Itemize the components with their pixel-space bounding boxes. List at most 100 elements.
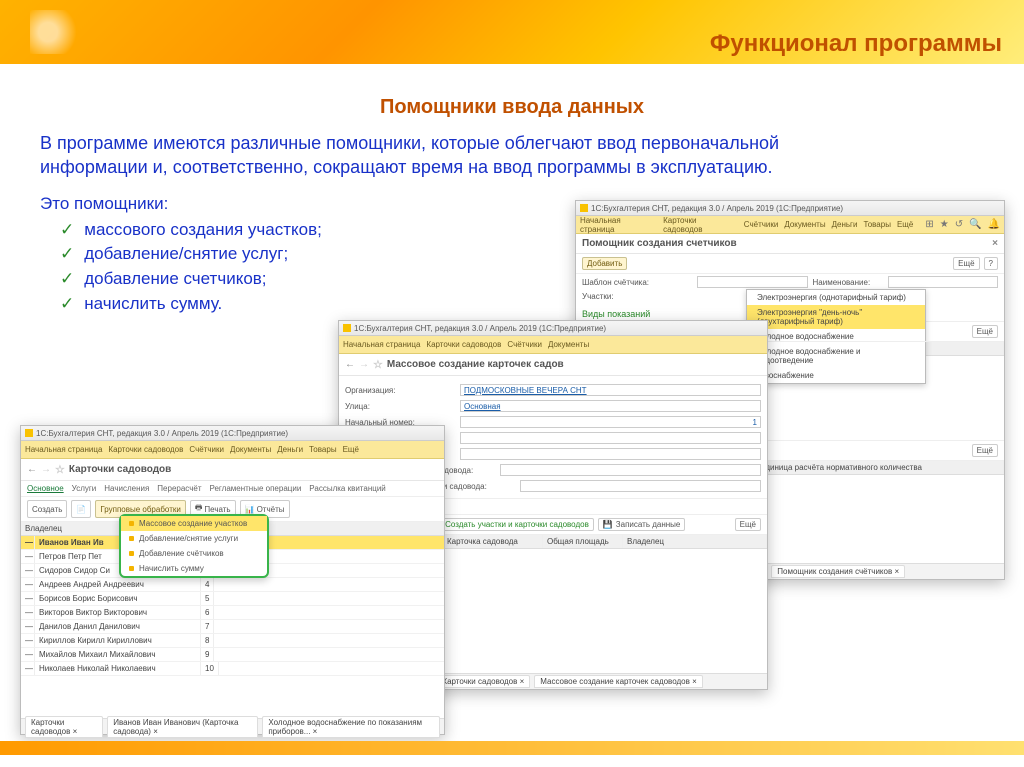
end-input[interactable] [460,432,761,444]
row-org: Организация: ПОДМОСКОВНЫЕ ВЕЧЕРА СНТ [339,382,767,398]
history-icon[interactable]: ↺ [955,219,963,230]
nav-item[interactable]: Начальная страница [580,216,657,234]
type-input[interactable] [460,448,761,460]
decorative-footer-bar [0,741,1024,755]
nav-item[interactable]: Начальная страница [25,445,102,454]
dropdown-item[interactable]: Начислить сумму [121,561,267,576]
nav-item[interactable]: Счётчики [189,445,224,454]
template-row: Шаблон счётчика: Наименование: [576,274,1004,290]
nav-item[interactable]: Товары [309,445,337,454]
start-input[interactable]: 1 [460,416,761,428]
nav-item[interactable]: Документы [548,340,589,349]
main-navbar: Начальная страница Карточки садоводов Сч… [21,441,444,459]
window-gardeners: 1С:Бухгалтерия CНТ, редакция 3.0 / Апрел… [20,425,445,735]
nav-item[interactable]: Деньги [277,445,303,454]
dropdown-item[interactable]: Добавление/снятие услуги [121,531,267,546]
window-title: 1С:Бухгалтерия CНТ, редакция 3.0 / Апрел… [36,429,288,438]
table-row[interactable]: —Андреев Андрей Андреевич4 [21,578,444,592]
street-input[interactable]: Основная [460,400,761,412]
back-icon[interactable]: ← [27,464,37,475]
dropdown-item[interactable]: Холодное водоснабжение и водоотведение [747,344,925,368]
footer-tab[interactable]: Карточки садоводов × [436,675,530,688]
tab[interactable]: Основное [27,484,64,493]
nav-item[interactable]: Документы [230,445,271,454]
page-heading-row: Помощник создания счетчиков × [576,234,1004,254]
copy-button[interactable]: 📄 [71,500,91,518]
tab[interactable]: Начисления [104,484,149,493]
footer-tab[interactable]: Помощник создания счётчиков × [771,565,905,578]
create-button[interactable]: Создать [27,500,67,518]
th: Общая площадь [543,535,623,548]
main-navbar: Начальная страница Карточки садоводов Сч… [576,216,1004,234]
label: Улица: [345,402,455,411]
page-subtitle: Помощники ввода данных [0,96,1024,119]
org-input[interactable]: ПОДМОСКОВНЫЕ ВЕЧЕРА СНТ [460,384,761,396]
dropdown-item[interactable]: Газоснабжение [747,368,925,383]
footer-tab[interactable]: Иванов Иван Иванович (Карточка садовода)… [107,716,258,738]
save-button[interactable]: 💾Записать данные [598,518,686,531]
dropdown-item[interactable]: Массовое создание участков [121,516,267,531]
table-row[interactable]: —Борисов Борис Борисович5 [21,592,444,606]
fwd-icon[interactable]: → [41,464,51,475]
toolbar: Добавить Ещё ? [576,254,1004,274]
footer-tab[interactable]: Карточки садоводов × [25,716,103,738]
tab[interactable]: Перерасчёт [157,484,201,493]
tab[interactable]: Рассылка квитанций [309,484,385,493]
more-button[interactable]: Ещё [953,257,979,270]
create-button[interactable]: ⟳Создать участки и карточки садоводов [430,518,593,531]
window-titlebar[interactable]: 1С:Бухгалтерия CНТ, редакция 3.0 / Апрел… [576,201,1004,216]
bell-icon[interactable]: 🔔 [988,219,1000,230]
window-titlebar[interactable]: 1С:Бухгалтерия CНТ, редакция 3.0 / Апрел… [21,426,444,441]
dropdown-item[interactable]: Электроэнергия (однотарифный тариф) [747,290,925,305]
search-icon[interactable]: 🔍 [969,219,981,230]
nav-item[interactable]: Карточки садоводов [426,340,501,349]
date-input[interactable] [500,464,761,476]
star-icon[interactable]: ★ [940,219,949,230]
label: Наименование: [813,278,883,287]
nav-item[interactable]: Карточки садоводов [108,445,183,454]
nav-item[interactable]: Карточки садоводов [663,216,738,234]
template-input[interactable] [697,276,808,288]
add-button[interactable]: Добавить [582,257,627,270]
footer-tab[interactable]: Холодное водоснабжение по показаниям при… [262,716,440,738]
table-row[interactable]: —Михайлов Михаил Михайлович9 [21,648,444,662]
intro-text: В программе имеются различные помощники,… [40,131,800,180]
app-icon [343,324,351,332]
tab[interactable]: Услуги [72,484,97,493]
heading: Помощник создания счетчиков [582,238,737,249]
table-row[interactable]: —Данилов Данил Данилович7 [21,620,444,634]
nav-item[interactable]: Ещё [897,220,913,229]
page-heading-row: ← → ☆ Карточки садоводов [21,459,444,481]
back-icon[interactable]: ← [345,359,355,370]
nav-item[interactable]: Деньги [832,220,858,229]
heading: Карточки садоводов [69,464,171,475]
startcard-input[interactable] [520,480,761,492]
name-input[interactable] [888,276,999,288]
nav-item[interactable]: Счётчики [507,340,542,349]
grid-icon[interactable]: ⊞ [925,219,933,230]
close-icon[interactable]: × [992,238,998,249]
app-icon [580,204,588,212]
nav-item[interactable]: Документы [784,220,825,229]
more-button[interactable]: Ещё [972,325,998,338]
tab[interactable]: Регламентные операции [209,484,301,493]
label: Участки: [582,292,692,301]
nav-item[interactable]: Счётчики [744,220,779,229]
more-button[interactable]: Ещё [972,444,998,457]
table-row[interactable]: —Николаев Николай Николаевич10 [21,662,444,676]
table-row[interactable]: —Викторов Виктор Викторович6 [21,606,444,620]
fwd-icon[interactable]: → [359,359,369,370]
dropdown-item[interactable]: Добавление счётчиков [121,546,267,561]
help-button[interactable]: ? [984,257,998,270]
more-button[interactable]: Ещё [735,518,761,531]
star-icon[interactable]: ☆ [373,358,383,371]
nav-item[interactable]: Товары [863,220,891,229]
decorative-banner: Функционал программы [0,0,1024,64]
nav-item[interactable]: Начальная страница [343,340,420,349]
window-titlebar[interactable]: 1С:Бухгалтерия CНТ, редакция 3.0 / Апрел… [339,321,767,336]
nav-item[interactable]: Ещё [343,445,359,454]
star-icon[interactable]: ☆ [55,463,65,476]
th: Владелец [623,535,767,548]
footer-tab[interactable]: Массовое создание карточек садоводов × [534,675,703,688]
table-row[interactable]: —Кириллов Кирилл Кириллович8 [21,634,444,648]
